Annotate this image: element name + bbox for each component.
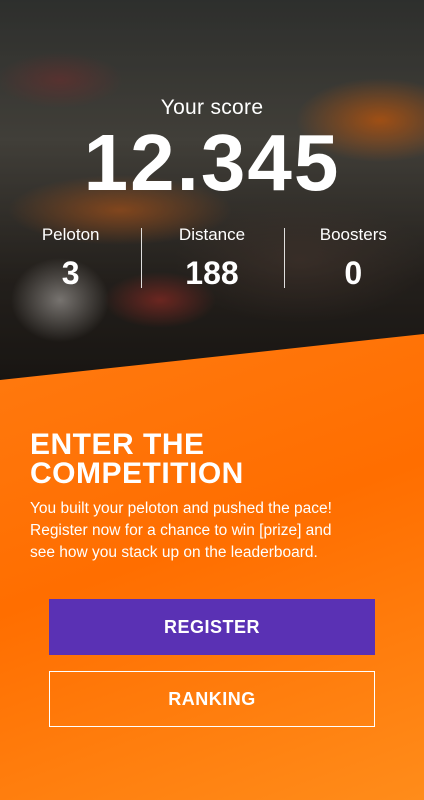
stat-divider bbox=[141, 228, 142, 288]
ranking-button[interactable]: RANKING bbox=[49, 671, 375, 727]
stat-boosters-label: Boosters bbox=[319, 225, 387, 244]
competition-title: ENTER THE COMPETITION bbox=[30, 428, 390, 490]
competition-panel: ENTER THE COMPETITION You built your pel… bbox=[0, 334, 424, 800]
score-section: Your score 12.345 Peloton 3 Distance 188… bbox=[0, 0, 424, 330]
score-label: Your score bbox=[160, 96, 264, 119]
description-line-1: You built your peloton and pushed the pa… bbox=[30, 500, 332, 517]
stat-peloton: Peloton 3 bbox=[0, 222, 141, 292]
stat-distance-label: Distance bbox=[178, 225, 246, 244]
stat-peloton-label: Peloton bbox=[41, 225, 100, 244]
description-line-2: Register now for a chance to win [prize]… bbox=[30, 522, 332, 539]
competition-title-line-1: ENTER THE bbox=[30, 428, 205, 461]
stat-distance: Distance 188 bbox=[141, 222, 282, 292]
stat-boosters: Boosters 0 bbox=[283, 222, 424, 292]
stat-peloton-value: 3 bbox=[61, 255, 80, 291]
description-line-3: see how you stack up on the leaderboard. bbox=[30, 544, 318, 561]
competition-description: You built your peloton and pushed the pa… bbox=[30, 498, 400, 564]
stat-distance-value: 188 bbox=[185, 255, 239, 291]
score-value: 12.345 bbox=[83, 118, 341, 207]
stat-divider bbox=[284, 228, 285, 288]
stat-boosters-value: 0 bbox=[344, 255, 363, 291]
register-button[interactable]: REGISTER bbox=[49, 599, 375, 655]
stats-row: Peloton 3 Distance 188 Boosters 0 bbox=[0, 222, 424, 292]
competition-title-line-2: COMPETITION bbox=[30, 457, 244, 490]
